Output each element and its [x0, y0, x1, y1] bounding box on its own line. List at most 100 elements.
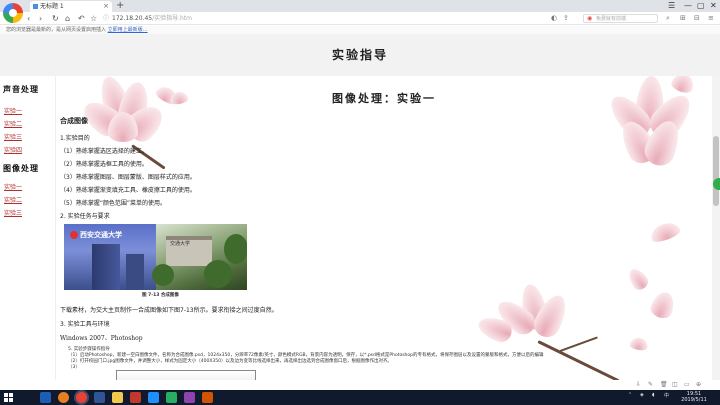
page-title: 实验指导 [331, 48, 388, 62]
scroll-thumb[interactable] [713, 136, 719, 206]
active-browser-app-icon[interactable] [76, 392, 87, 403]
system-clock[interactable]: 19:51 2019/5/11 [674, 391, 714, 403]
folder-app-icon[interactable] [112, 392, 123, 403]
tab-title: 无标题 1 [40, 3, 64, 10]
goal-item-5: （5）熟练掌握“颜色范围”菜单的使用。 [60, 200, 167, 207]
step-3: （3） [68, 365, 80, 370]
section-heading: 合成图像 [60, 117, 88, 125]
petal-decoration [648, 219, 682, 245]
magnolia-decoration-bottom [475, 270, 626, 390]
info-bar: 您的浏览器是最新的，是从网页设置启用插入 立即用上最新版… [0, 26, 720, 34]
extensions-icon[interactable]: ⊞ [680, 12, 686, 25]
task-heading: 2. 实验任务与要求 [60, 213, 110, 220]
clock-date: 2019/5/11 [681, 397, 707, 403]
maximize-icon[interactable]: ▢ [697, 0, 705, 12]
volume-icon[interactable]: ◖ [652, 392, 655, 398]
browser-app-icon[interactable] [58, 392, 69, 403]
menu-icon[interactable]: ☰ [668, 0, 675, 12]
main-content: 图像处理：实验一 合成图像 1.实验目的 （1）熟练掌握选区选择的建立。 （2）… [56, 76, 712, 392]
goal-item-1: （1）熟练掌握选区选择的建立。 [60, 148, 148, 155]
taskbar: ⌃ ◈ ◖ 中 19:51 2019/5/11 [0, 390, 720, 405]
sidebar-link-sound-1[interactable]: 实验一 [4, 106, 22, 115]
home-icon[interactable]: ⌂ [65, 12, 70, 25]
reload-icon[interactable]: ↻ [52, 12, 59, 25]
ie-app-icon[interactable] [40, 392, 51, 403]
info-text: 您的浏览器是最新的，是从网页设置启用插入 [6, 27, 107, 33]
figure-sign-text: 交通大学 [170, 241, 191, 247]
tab-active[interactable]: 无标题 1 × [30, 1, 112, 12]
undo-icon[interactable]: ↶ [78, 12, 85, 25]
vertical-scrollbar[interactable] [712, 76, 720, 380]
sound-icon[interactable]: ◫ [672, 381, 678, 388]
bookmark-star-icon[interactable]: ☆ [90, 12, 97, 25]
task-text: 下载素材，为交大主页制作一合成图像如下图7-13所示。要求衔接之间过度自然。 [60, 307, 278, 314]
minimize-icon[interactable]: — [684, 0, 692, 12]
goal-item-3: （3）熟练掌握图层、图层蒙版、图层样式的应用。 [60, 174, 196, 181]
url-host: 172.18.20.45 [112, 15, 153, 22]
forward-icon[interactable]: › [39, 12, 42, 25]
petal-decoration [629, 336, 649, 352]
app-icon[interactable] [202, 392, 213, 403]
sidebar-link-sound-4[interactable]: 实验四 [4, 145, 22, 154]
sidebar-link-image-1[interactable]: 实验一 [4, 182, 22, 191]
zoom-icon[interactable]: ⊕ [696, 381, 701, 388]
seal-icon [70, 231, 78, 239]
page-header: 实验指导 [0, 34, 720, 76]
browser-logo-icon[interactable] [3, 3, 23, 23]
sidebar-heading-image: 图像处理 [3, 163, 39, 173]
ps-app-icon[interactable] [148, 392, 159, 403]
more-icon[interactable]: ≡ [708, 12, 714, 25]
search-engine-icon: ◉ [587, 15, 593, 22]
window-icon[interactable]: ▭ [684, 381, 690, 388]
search-input[interactable]: ◉ 免费就有前端 [583, 14, 658, 23]
side-widget-icon[interactable] [713, 178, 720, 190]
sidebar-link-sound-3[interactable]: 实验三 [4, 132, 22, 141]
sidebar-heading-sound: 声音处理 [3, 84, 39, 94]
url-path: /实验指导.htm [152, 15, 193, 22]
environment-text: Windows 2007、Photoshop [60, 335, 143, 342]
compat-icon[interactable]: ◐ [551, 12, 557, 25]
close-tab-icon[interactable]: × [103, 1, 109, 12]
figure-caption: 图 7-13 合成图像 [142, 293, 179, 298]
page-icon [33, 4, 38, 9]
share-icon[interactable]: ⇪ [563, 12, 569, 25]
trash-icon[interactable]: 🗑 [660, 381, 668, 388]
search-icon[interactable]: ⌕ [666, 12, 670, 25]
tray-up-icon[interactable]: ⌃ [628, 392, 632, 398]
address-bar[interactable]: ⓘ 172.18.20.45/实验指导.htm [103, 13, 543, 24]
info-icon: ⓘ [103, 15, 110, 22]
close-icon[interactable]: ✕ [710, 0, 717, 12]
clean-icon[interactable]: ✎ [648, 381, 653, 388]
media-app-icon[interactable] [130, 392, 141, 403]
petal-decoration [648, 289, 678, 321]
download-icon[interactable]: ⇩ [636, 381, 641, 388]
sidebar: 声音处理 实验一 实验二 实验三 实验四 图像处理 实验一 实验二 实验三 [0, 76, 56, 392]
figure-logo-text: 西安交通大学 [80, 230, 122, 239]
word-app-icon[interactable] [94, 392, 105, 403]
tab-strip: 无标题 1 × + ☰ — ▢ ✕ [0, 0, 720, 12]
petal-decoration [625, 265, 651, 293]
wechat-app-icon[interactable] [166, 392, 177, 403]
composite-image: 西安交通大学 交通大学 [64, 224, 247, 290]
search-placeholder: 免费就有前端 [596, 16, 627, 22]
step-2: （2）打开校园门口.jpg图像文件，并调整大小，样式为固定大小（400X350）… [68, 359, 393, 364]
update-link[interactable]: 立即用上最新版… [108, 27, 148, 33]
goal-item-4: （4）熟练掌握渐变填充工具、橡皮擦工具的使用。 [60, 187, 196, 194]
windows-start-icon[interactable] [4, 393, 13, 402]
goal-heading: 1.实验目的 [60, 135, 90, 142]
sidebar-link-sound-2[interactable]: 实验二 [4, 119, 22, 128]
content-title: 图像处理：实验一 [332, 92, 436, 105]
browser-window: 无标题 1 × + ☰ — ▢ ✕ ‹ › ↻ ⌂ ↶ ☆ ⓘ 172.18.20… [0, 0, 720, 405]
grid-icon[interactable]: ⊟ [694, 12, 700, 25]
new-tab-button[interactable]: + [116, 0, 124, 11]
back-icon[interactable]: ‹ [27, 12, 30, 25]
ime-icon[interactable]: 中 [664, 392, 669, 399]
university-logo: 西安交通大学 [70, 230, 122, 240]
nav-toolbar: ‹ › ↻ ⌂ ↶ ☆ ⓘ 172.18.20.45/实验指导.htm ◐ ⇪ ◉… [0, 12, 720, 25]
sidebar-link-image-3[interactable]: 实验三 [4, 208, 22, 217]
app-icon[interactable] [184, 392, 195, 403]
sidebar-link-image-2[interactable]: 实验二 [4, 195, 22, 204]
status-bar: ⇩ ✎ 🗑 ◫ ▭ ⊕ [0, 380, 720, 390]
network-icon[interactable]: ◈ [640, 392, 644, 398]
tools-heading: 3. 实验工具与环境 [60, 321, 110, 328]
